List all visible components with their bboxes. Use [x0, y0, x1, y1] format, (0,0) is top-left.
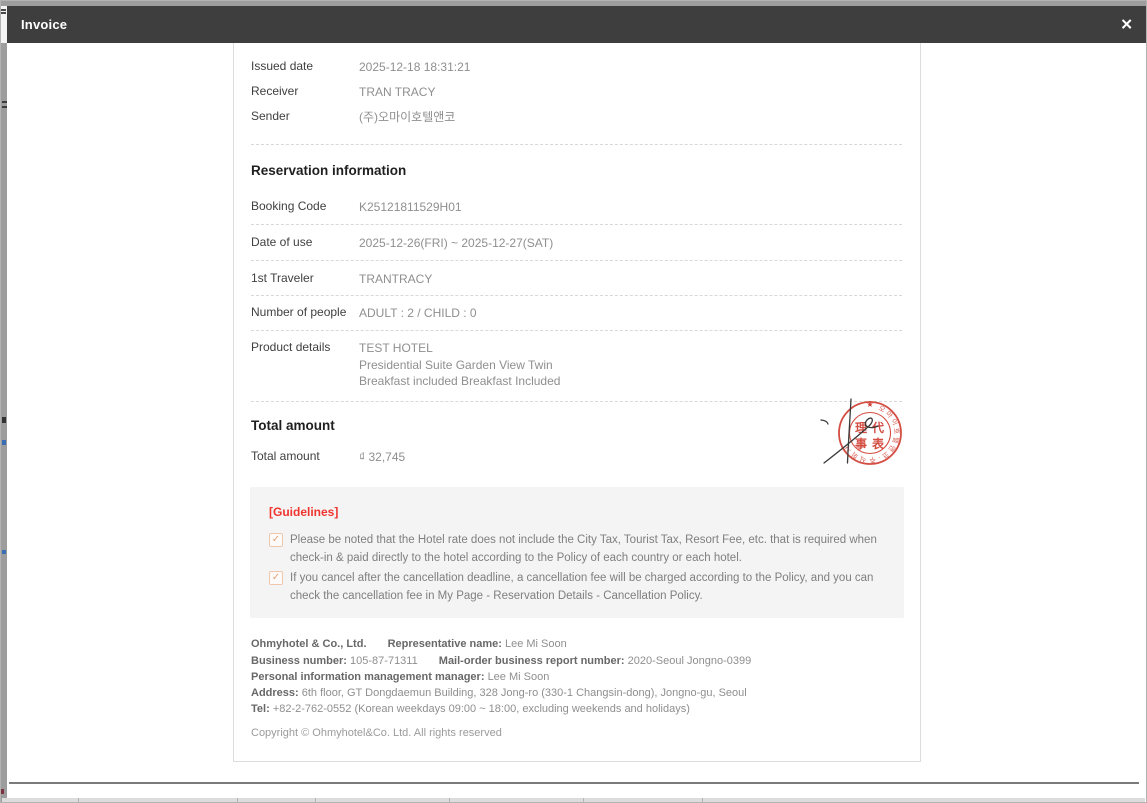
sender-row: Sender (주)오마이호텔앤코 — [251, 109, 902, 126]
modal-bottom-edge — [9, 782, 1139, 784]
reservation-section-title: Reservation information — [251, 163, 407, 178]
first-traveler-row: 1st Traveler TRANTRACY — [251, 271, 902, 288]
corporate-seal: ★ 오 마 이 호 텔 앤 코 · 주 식 회 사 理 代 事 表 — [812, 394, 924, 476]
separator — [251, 260, 902, 261]
backdrop-link-fragment — [2, 440, 6, 445]
backdrop-text-fragment — [1, 9, 6, 11]
mail-order-value: 2020-Seoul Jongno-0399 — [627, 655, 752, 667]
receiver-value: TRAN TRACY — [359, 85, 436, 99]
business-number-value: 105-87-71311 — [350, 655, 418, 667]
backdrop-table-divider — [583, 798, 584, 802]
product-details-label: Product details — [251, 340, 331, 354]
backdrop-link-fragment — [2, 550, 6, 554]
backdrop-table-divider — [237, 798, 238, 802]
address-label: Address: — [251, 687, 299, 699]
footer-address-line: Address: 6th floor, GT Dongdaemun Buildi… — [251, 685, 902, 701]
mail-order-label: Mail-order business report number: — [438, 655, 625, 667]
backdrop-fragment — [1, 789, 4, 794]
separator — [251, 330, 902, 331]
privacy-manager-value: Lee Mi Soon — [487, 671, 550, 683]
separator — [251, 224, 902, 225]
total-amount-value: ₫ 32,745 — [359, 450, 406, 464]
invoice-panel: Issued date 2025-12-18 18:31:21 Receiver… — [233, 43, 921, 762]
booking-code-row: Booking Code K25121811529H01 — [251, 199, 902, 216]
separator — [251, 401, 902, 402]
seal-graphic: ★ 오 마 이 호 텔 앤 코 · 주 식 회 사 理 代 事 表 — [820, 398, 902, 465]
product-hotel-name: TEST HOTEL — [359, 341, 433, 355]
number-of-people-value: ADULT : 2 / CHILD : 0 — [359, 306, 477, 320]
close-icon[interactable]: ✕ — [1120, 17, 1133, 32]
backdrop-table-divider — [449, 798, 450, 802]
backdrop-bottom-strip — [2, 798, 1145, 802]
product-meal-plan: Breakfast included Breakfast Included — [359, 374, 561, 388]
footer-company-line: Ohmyhotel & Co., Ltd. Representative nam… — [251, 636, 902, 652]
business-number-label: Business number: — [251, 655, 347, 667]
footer-business-line: Business number: 105-87-71311 Mail-order… — [251, 653, 902, 669]
guideline-item: ✓ Please be noted that the Hotel rate do… — [269, 531, 888, 567]
issued-date-label: Issued date — [251, 59, 314, 73]
check-icon: ✓ — [269, 533, 283, 547]
sender-label: Sender — [251, 109, 290, 123]
backdrop-left-strip — [1, 43, 7, 802]
backdrop-table-divider — [315, 798, 316, 802]
footer-tel-line: Tel: +82-2-762-0552 (Korean weekdays 09:… — [251, 701, 902, 717]
guideline-item: ✓ If you cancel after the cancellation d… — [269, 569, 888, 605]
sender-value: (주)오마이호텔앤코 — [359, 110, 456, 124]
backdrop-table-divider — [78, 798, 79, 802]
guidelines-title: [Guidelines] — [269, 505, 339, 519]
seal-center-char: 事 — [855, 436, 867, 451]
booking-code-value: K25121811529H01 — [359, 200, 462, 214]
date-of-use-row: Date of use 2025-12-26(FRI) ~ 2025-12-27… — [251, 235, 902, 252]
product-details-row: Product details TEST HOTEL Presidential … — [251, 340, 902, 390]
total-section-title: Total amount — [251, 418, 335, 433]
product-details-value: TEST HOTEL Presidential Suite Garden Vie… — [359, 340, 560, 390]
guidelines-box: [Guidelines] ✓ Please be noted that the … — [250, 487, 904, 618]
privacy-manager-label: Personal information management manager: — [251, 671, 485, 683]
company-name: Ohmyhotel & Co., Ltd. — [251, 638, 367, 650]
separator — [251, 295, 902, 296]
date-of-use-value: 2025-12-26(FRI) ~ 2025-12-27(SAT) — [359, 236, 554, 250]
address-value: 6th floor, GT Dongdaemun Building, 328 J… — [301, 687, 747, 699]
guideline-text: Please be noted that the Hotel rate does… — [290, 534, 877, 564]
seal-center-char: 表 — [871, 436, 885, 451]
copyright-text: Copyright © Ohmyhotel&Co. Ltd. All right… — [251, 727, 502, 739]
receiver-row: Receiver TRAN TRACY — [251, 84, 902, 101]
date-of-use-label: Date of use — [251, 235, 313, 249]
tel-label: Tel: — [251, 703, 270, 715]
total-amount-row: Total amount ₫ 32,745 — [251, 449, 902, 466]
backdrop-text-fragment — [1, 12, 6, 14]
seal-star-icon: ★ — [866, 400, 873, 409]
number-of-people-row: Number of people ADULT : 2 / CHILD : 0 — [251, 305, 902, 322]
invoice-modal-page: Invoice ✕ Issued date 2025-12-18 18:31:2… — [0, 0, 1147, 803]
backdrop-text-fragment — [2, 417, 6, 423]
number-of-people-label: Number of people — [251, 305, 347, 319]
first-traveler-label: 1st Traveler — [251, 271, 314, 285]
backdrop-table-divider — [702, 798, 703, 802]
issued-date-value: 2025-12-18 18:31:21 — [359, 60, 471, 74]
first-traveler-value: TRANTRACY — [359, 272, 433, 286]
modal-title: Invoice — [21, 17, 68, 32]
backdrop-text-fragment — [2, 106, 7, 108]
product-room-type: Presidential Suite Garden View Twin — [359, 357, 553, 372]
footer-privacy-line: Personal information management manager:… — [251, 669, 902, 685]
receiver-label: Receiver — [251, 84, 299, 98]
representative-value: Lee Mi Soon — [504, 638, 567, 650]
check-icon: ✓ — [269, 571, 283, 585]
total-amount-label: Total amount — [251, 449, 320, 463]
guideline-text: If you cancel after the cancellation dea… — [290, 572, 874, 602]
issued-date-row: Issued date 2025-12-18 18:31:21 — [251, 59, 902, 76]
backdrop-text-fragment — [2, 101, 7, 103]
tel-value: +82-2-762-0552 (Korean weekdays 09:00 ~ … — [272, 703, 690, 715]
representative-label: Representative name: — [387, 638, 502, 650]
booking-code-label: Booking Code — [251, 199, 327, 213]
separator — [251, 144, 902, 145]
modal-header: Invoice ✕ — [7, 6, 1146, 43]
